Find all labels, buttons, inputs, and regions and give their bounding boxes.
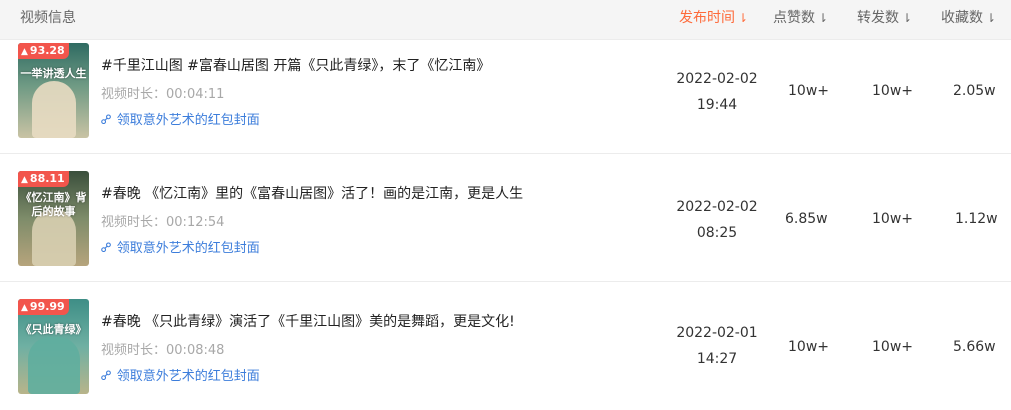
score-badge: ▲ 93.28 [18,43,69,59]
thumbnail-text: 《忆江南》背后的故事 [20,191,87,218]
shares-count: 10w+ [872,339,913,355]
header-video-info-label: 视频信息 [20,10,76,26]
publish-datetime: 2022-02-02 19:44 [662,66,772,118]
likes-count: 10w+ [788,83,829,99]
favorites-count: 5.66w [953,339,996,355]
link-label: 领取意外艺术的红包封面 [116,241,260,256]
thumbnail-text: 一举讲透人生 [20,67,87,80]
publish-datetime: 2022-02-02 08:25 [662,194,772,246]
sort-down-icon: ⇂ [902,11,913,25]
score-value: 99.99 [29,300,65,313]
duration-label: 视频时长： [101,343,167,358]
thumbnail-figure [32,81,76,138]
likes-count: 10w+ [788,339,829,355]
sort-down-icon: ⇂ [986,11,997,25]
video-thumbnail[interactable]: 《忆江南》背后的故事 ▲ 88.11 [18,171,89,266]
sort-down-icon: ⇂ [818,11,829,25]
link-icon: ⚯ [97,110,117,130]
score-value: 88.11 [29,172,65,185]
duration-label: 视频时长： [101,215,167,230]
duration-value: 00:12:54 [166,215,225,230]
publish-date: 2022-02-02 [676,71,758,87]
duration-value: 00:04:11 [166,87,225,102]
red-packet-cover-link[interactable]: ⚯领取意外艺术的红包封面 [97,109,260,130]
link-label: 领取意外艺术的红包封面 [116,369,260,384]
shares-count: 10w+ [872,83,913,99]
flame-icon: ▲ [21,47,28,57]
duration-label: 视频时长： [101,87,167,102]
link-icon: ⚯ [97,366,117,386]
score-badge: ▲ 99.99 [18,299,69,315]
header-publish-time-label: 发布时间 [679,10,735,26]
publish-datetime: 2022-02-01 14:27 [662,320,772,372]
video-duration: 视频时长：00:12:54 [101,211,224,230]
favorites-count: 2.05w [953,83,996,99]
thumbnail-figure [28,337,80,394]
header-likes-label: 点赞数 [773,10,815,26]
video-duration: 视频时长：00:08:48 [101,339,224,358]
table-row: 《只此青绿》 ▲ 99.99 #春晚 《只此青绿》演活了《千里江山图》美的是舞蹈，… [0,282,1011,410]
video-title[interactable]: #春晚 《忆江南》里的《富春山居图》活了！画的是江南，更是人生 [101,183,523,203]
link-icon: ⚯ [97,238,117,258]
header-favorites-label: 收藏数 [941,10,983,26]
publish-time: 08:25 [696,225,738,241]
likes-count: 6.85w [785,211,828,227]
score-value: 93.28 [29,44,65,57]
shares-count: 10w+ [872,211,913,227]
publish-date: 2022-02-02 [676,199,758,215]
flame-icon: ▲ [21,303,28,313]
duration-value: 00:08:48 [166,343,225,358]
red-packet-cover-link[interactable]: ⚯领取意外艺术的红包封面 [97,365,260,386]
publish-date: 2022-02-01 [676,325,758,341]
publish-time: 14:27 [696,351,738,367]
favorites-count: 1.12w [955,211,998,227]
video-title[interactable]: #春晚 《只此青绿》演活了《千里江山图》美的是舞蹈，更是文化! [101,311,515,331]
video-thumbnail[interactable]: 《只此青绿》 ▲ 99.99 [18,299,89,394]
video-duration: 视频时长：00:04:11 [101,83,224,102]
publish-time: 19:44 [696,97,738,113]
score-badge: ▲ 88.11 [18,171,69,187]
flame-icon: ▲ [21,175,28,185]
thumbnail-text: 《只此青绿》 [20,323,87,336]
link-label: 领取意外艺术的红包封面 [116,113,260,128]
video-title[interactable]: #千里江山图 #富春山居图 开篇《只此青绿》，末了《忆江南》 [101,55,490,75]
header-shares-label: 转发数 [857,10,899,26]
table-row: 一举讲透人生 ▲ 93.28 #千里江山图 #富春山居图 开篇《只此青绿》，末了《… [0,26,1011,154]
sort-down-icon: ⇂ [738,11,749,25]
video-thumbnail[interactable]: 一举讲透人生 ▲ 93.28 [18,43,89,138]
table-row: 《忆江南》背后的故事 ▲ 88.11 #春晚 《忆江南》里的《富春山居图》活了！画… [0,154,1011,282]
red-packet-cover-link[interactable]: ⚯领取意外艺术的红包封面 [97,237,260,258]
